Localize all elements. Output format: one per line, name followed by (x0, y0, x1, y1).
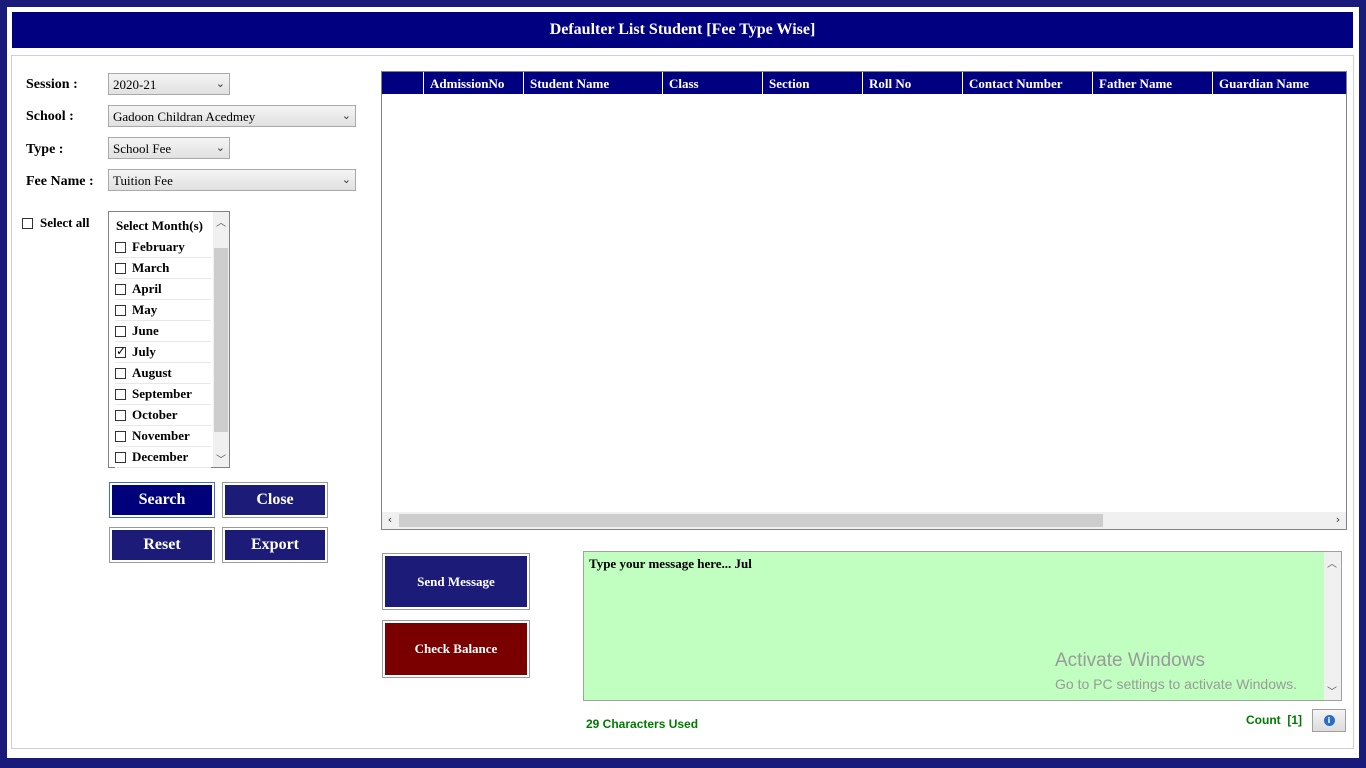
chevron-down-icon: ⌄ (341, 173, 351, 186)
month-item[interactable]: March (115, 258, 211, 279)
check-balance-button[interactable]: Check Balance (382, 620, 530, 678)
month-label: October (132, 407, 178, 422)
scroll-up-icon[interactable]: ︿ (1324, 555, 1340, 570)
checkbox-box[interactable] (115, 304, 126, 316)
info-button[interactable]: i (1312, 709, 1346, 732)
export-button[interactable]: Export (222, 527, 328, 563)
fee-name-select[interactable]: Tuition Fee ⌄ (108, 169, 356, 191)
checkbox-box[interactable] (115, 283, 126, 295)
month-item[interactable]: June (115, 321, 211, 342)
activation-watermark-subtitle: Go to PC settings to activate Windows. (1055, 676, 1297, 692)
checkbox-box[interactable] (115, 344, 126, 358)
reset-button[interactable]: Reset (109, 527, 215, 563)
defaulter-grid[interactable]: AdmissionNo Student Name Class Section Roll … (381, 71, 1347, 530)
month-item[interactable]: August (115, 363, 211, 384)
scrollbar-thumb[interactable] (214, 248, 228, 432)
checkbox-box[interactable] (115, 409, 126, 421)
scroll-right-icon[interactable]: › (1330, 513, 1346, 526)
send-message-button[interactable]: Send Message (382, 553, 530, 610)
month-label: September (132, 386, 192, 401)
scroll-up-icon[interactable]: ︿ (213, 214, 229, 229)
month-item[interactable]: July (115, 342, 211, 363)
checkbox-box[interactable] (115, 388, 126, 400)
grid-header: AdmissionNo Student Name Class Section Roll … (382, 72, 1346, 94)
month-item[interactable]: May (115, 300, 211, 321)
info-icon: i (1323, 715, 1335, 726)
month-label: March (132, 260, 170, 275)
column-header[interactable]: Roll No (862, 72, 962, 94)
month-list[interactable]: Select Month(s) February March April May Jun… (108, 211, 230, 468)
message-scrollbar[interactable]: ︿ ﹀ (1324, 552, 1341, 700)
column-header[interactable]: Student Name (523, 72, 662, 94)
checkbox-box[interactable] (115, 451, 126, 463)
activation-watermark-title: Activate Windows (1055, 650, 1205, 671)
column-header[interactable]: Guardian Name (1212, 72, 1346, 94)
message-text: Type your message here... Jul (589, 556, 752, 571)
month-label: February (132, 239, 185, 254)
characters-used-label: 29 Characters Used (586, 717, 699, 731)
chevron-down-icon: ⌄ (341, 109, 351, 122)
fee-name-value: Tuition Fee (113, 173, 173, 188)
month-item[interactable]: October (115, 405, 211, 426)
checkbox-box[interactable] (115, 241, 126, 253)
select-all-checkbox[interactable]: Select all (22, 215, 89, 231)
month-label: November (132, 428, 190, 443)
close-button[interactable]: Close (222, 482, 328, 518)
checkbox-box[interactable] (115, 262, 126, 274)
month-item[interactable]: April (115, 279, 211, 300)
search-button[interactable]: Search (109, 482, 215, 518)
scroll-down-icon[interactable]: ﹀ (213, 451, 229, 466)
window-title: Defaulter List Student [Fee Type Wise] (12, 12, 1353, 48)
select-all-label: Select all (40, 215, 90, 230)
month-item[interactable]: September (115, 384, 211, 405)
checkbox-box[interactable] (22, 217, 33, 229)
column-header[interactable]: Class (662, 72, 762, 94)
month-label: May (132, 302, 158, 317)
scrollbar-thumb[interactable] (399, 514, 1103, 527)
school-label: School : (26, 109, 74, 124)
column-header[interactable]: Section (762, 72, 862, 94)
checkbox-box[interactable] (115, 367, 126, 379)
month-label: April (132, 281, 162, 296)
checkbox-box[interactable] (115, 325, 126, 337)
main-window: Defaulter List Student [Fee Type Wise] S… (7, 7, 1359, 758)
count-label: Count [1] (1246, 713, 1302, 727)
type-label: Type : (26, 142, 64, 157)
type-value: School Fee (113, 141, 172, 156)
school-select[interactable]: Gadoon Childran Acedmey ⌄ (108, 105, 356, 127)
session-value: 2020-21 (113, 77, 157, 92)
column-header[interactable] (382, 72, 423, 94)
fee-name-label: Fee Name : (26, 174, 94, 189)
month-label: July (132, 344, 156, 359)
month-item[interactable]: November (115, 426, 211, 447)
column-header[interactable]: Contact Number (962, 72, 1092, 94)
grid-horizontal-scrollbar[interactable]: ‹ › (382, 512, 1346, 529)
scroll-left-icon[interactable]: ‹ (382, 513, 398, 526)
session-select[interactable]: 2020-21 ⌄ (108, 73, 230, 95)
month-label: August (132, 365, 172, 380)
column-header[interactable]: Father Name (1092, 72, 1212, 94)
chevron-down-icon: ⌄ (215, 141, 225, 154)
chevron-down-icon: ⌄ (215, 77, 225, 90)
scroll-down-icon[interactable]: ﹀ (1324, 683, 1340, 698)
checkbox-box[interactable] (115, 430, 126, 442)
session-label: Session : (26, 77, 78, 92)
month-list-header: Select Month(s) (116, 218, 204, 233)
month-list-scrollbar[interactable]: ︿ ﹀ (213, 212, 229, 467)
month-item[interactable]: February (115, 237, 211, 258)
school-value: Gadoon Childran Acedmey (113, 109, 256, 124)
type-select[interactable]: School Fee ⌄ (108, 137, 230, 159)
month-label: December (132, 449, 189, 464)
column-header[interactable]: AdmissionNo (423, 72, 523, 94)
month-item[interactable]: December (115, 447, 211, 468)
month-label: June (132, 323, 159, 338)
